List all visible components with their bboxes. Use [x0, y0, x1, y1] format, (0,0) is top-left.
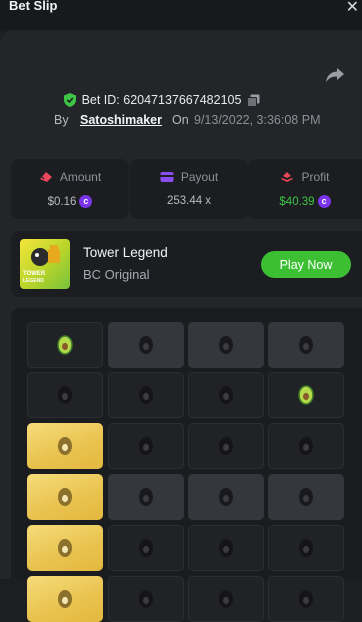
- avocado-icon: [298, 385, 314, 405]
- egg-icon: [219, 386, 233, 404]
- tower-tile: [188, 474, 264, 520]
- egg-icon: [299, 488, 313, 506]
- tower-tile: [108, 474, 184, 520]
- egg-icon: [299, 539, 313, 557]
- tower-tile: [27, 525, 103, 571]
- game-thumbnail[interactable]: TOWER LEGEND: [20, 239, 70, 289]
- tower-tile: [27, 423, 103, 469]
- egg-icon: [299, 590, 313, 608]
- header-bar: Bet Slip ✕: [0, 0, 362, 30]
- egg-icon: [139, 386, 153, 404]
- tower-tile: [27, 474, 103, 520]
- tower-tile: [188, 372, 264, 418]
- amount-icon: [39, 172, 52, 182]
- game-card: TOWER LEGEND Tower Legend BC Original Pl…: [11, 231, 362, 297]
- payout-icon: [160, 172, 174, 182]
- egg-icon: [219, 437, 233, 455]
- egg-icon: [139, 488, 153, 506]
- play-now-button[interactable]: Play Now: [261, 251, 351, 278]
- tower-tile: [108, 423, 184, 469]
- profit-icon: [281, 172, 294, 182]
- egg-icon: [299, 437, 313, 455]
- tower-tile: [27, 322, 103, 368]
- amount-label: Amount: [59, 170, 102, 184]
- amount-card: Amount $0.16 c: [11, 159, 129, 219]
- page-title: Bet Slip: [9, 0, 58, 13]
- tower-tile: [268, 372, 344, 418]
- tower-tile: [268, 322, 344, 368]
- tower-tile: [268, 423, 344, 469]
- payout-label: Payout: [180, 170, 219, 184]
- username-link[interactable]: Satoshimaker: [80, 113, 162, 127]
- egg-icon: [139, 539, 153, 557]
- egg-icon: [219, 539, 233, 557]
- tower-tile: [188, 423, 264, 469]
- tower-tile: [268, 474, 344, 520]
- close-icon[interactable]: ✕: [346, 0, 359, 17]
- thumb-text: TOWER: [23, 271, 46, 277]
- tower-tile: [268, 525, 344, 571]
- egg-icon: [58, 539, 72, 557]
- tower-tile: [27, 372, 103, 418]
- egg-icon: [139, 590, 153, 608]
- egg-icon: [139, 336, 153, 354]
- verified-shield-icon: [63, 93, 76, 107]
- egg-icon: [219, 488, 233, 506]
- profit-value: $40.39: [279, 195, 315, 208]
- avocado-icon: [57, 335, 73, 355]
- profit-card: Profit $40.39 c: [248, 159, 362, 219]
- by-label: By: [54, 113, 69, 127]
- game-name: Tower Legend: [83, 245, 168, 260]
- tower-tile: [188, 525, 264, 571]
- tower-tile: [108, 372, 184, 418]
- coin-icon: c: [79, 195, 93, 208]
- egg-icon: [58, 386, 72, 404]
- egg-icon: [139, 437, 153, 455]
- copy-icon[interactable]: [247, 94, 260, 107]
- amount-value: $0.16: [47, 195, 77, 208]
- profit-label: Profit: [301, 170, 330, 184]
- tower-tile: [27, 576, 103, 622]
- egg-icon: [219, 336, 233, 354]
- tower-tile: [108, 576, 184, 622]
- share-icon[interactable]: [325, 67, 345, 83]
- payout-card: Payout 253.44 x: [130, 159, 248, 219]
- bet-id: Bet ID: 62047137667482105: [81, 93, 242, 107]
- coin-icon: c: [317, 195, 331, 208]
- bet-datetime: 9/13/2022, 3:36:08 PM: [194, 113, 321, 127]
- bet-meta-row: By Satoshimaker On 9/13/2022, 3:36:08 PM: [0, 113, 362, 131]
- tower-tile: [188, 322, 264, 368]
- tower-tile: [108, 525, 184, 571]
- thumb-text: LEGEND: [23, 278, 44, 284]
- game-subtitle: BC Original: [83, 267, 150, 282]
- tower-tile: [108, 322, 184, 368]
- egg-icon: [299, 336, 313, 354]
- on-label: On: [172, 113, 189, 127]
- tower-tile: [268, 576, 344, 622]
- payout-value: 253.44 x: [166, 195, 212, 207]
- bet-id-row: Bet ID: 62047137667482105: [0, 91, 362, 109]
- egg-icon: [58, 590, 72, 608]
- egg-icon: [58, 488, 72, 506]
- tower-tile: [188, 576, 264, 622]
- egg-icon: [58, 437, 72, 455]
- tower-board: [11, 308, 362, 622]
- egg-icon: [219, 590, 233, 608]
